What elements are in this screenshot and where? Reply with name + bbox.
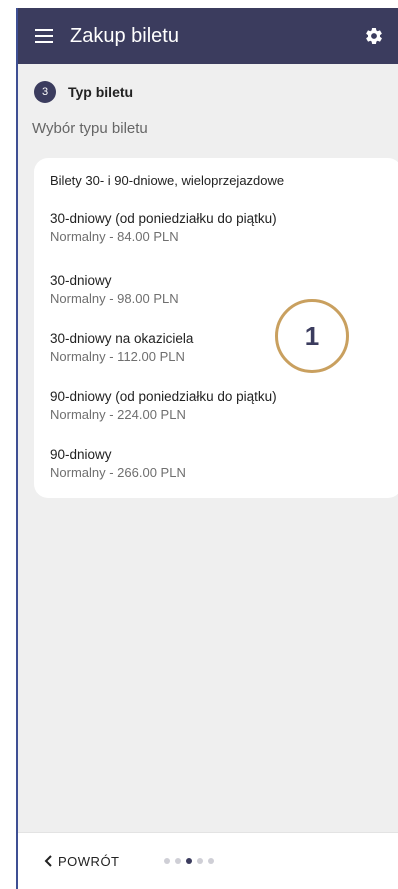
ticket-price: Normalny - 224.00 PLN: [50, 407, 186, 422]
step-number-badge: 3: [34, 81, 56, 103]
gear-icon: [366, 27, 382, 45]
pager-dot: [207, 858, 214, 864]
ticket-name: 30-dniowy: [50, 273, 112, 288]
annotation-marker: 1: [275, 299, 349, 373]
ticket-price: Normalny - 84.00 PLN: [50, 229, 179, 244]
bottom-navigation: POWRÓT: [18, 832, 398, 889]
pager-dot: [196, 858, 203, 864]
menu-button[interactable]: [22, 8, 66, 64]
ticket-name: 90-dniowy (od poniedziałku do piątku): [50, 389, 277, 404]
app-frame: Zakup biletu 3 Typ biletu Wybór typu bil…: [16, 8, 398, 889]
ticket-option[interactable]: 90-dniowy Normalny - 266.00 PLN: [50, 446, 380, 482]
back-label: POWRÓT: [58, 853, 120, 869]
ticket-name: 90-dniowy: [50, 447, 112, 462]
step-indicator: 3 Typ biletu: [34, 80, 133, 104]
page-title: Zakup biletu: [70, 24, 179, 47]
ticket-option[interactable]: 30-dniowy (od poniedziałku do piątku) No…: [50, 210, 380, 246]
ticket-name: 30-dniowy (od poniedziałku do piątku): [50, 211, 277, 226]
section-subtitle: Wybór typu biletu: [32, 120, 148, 137]
pager-dot: [163, 858, 170, 864]
step-pager: [163, 858, 219, 864]
ticket-option[interactable]: 90-dniowy (od poniedziałku do piątku) No…: [50, 388, 380, 424]
step-title: Typ biletu: [68, 84, 134, 100]
menu-icon: [35, 29, 53, 43]
pager-dot: [174, 858, 181, 864]
ticket-option[interactable]: 30-dniowy Normalny - 98.00 PLN: [50, 272, 380, 308]
settings-button[interactable]: [352, 8, 396, 64]
app-bar: Zakup biletu: [18, 8, 398, 64]
back-button[interactable]: POWRÓT: [44, 854, 120, 869]
chevron-left-icon: [44, 855, 52, 867]
card-heading: Bilety 30- i 90-dniowe, wieloprzejazdowe: [50, 173, 285, 188]
ticket-price: Normalny - 266.00 PLN: [50, 465, 186, 480]
pager-dot-active: [185, 858, 192, 864]
